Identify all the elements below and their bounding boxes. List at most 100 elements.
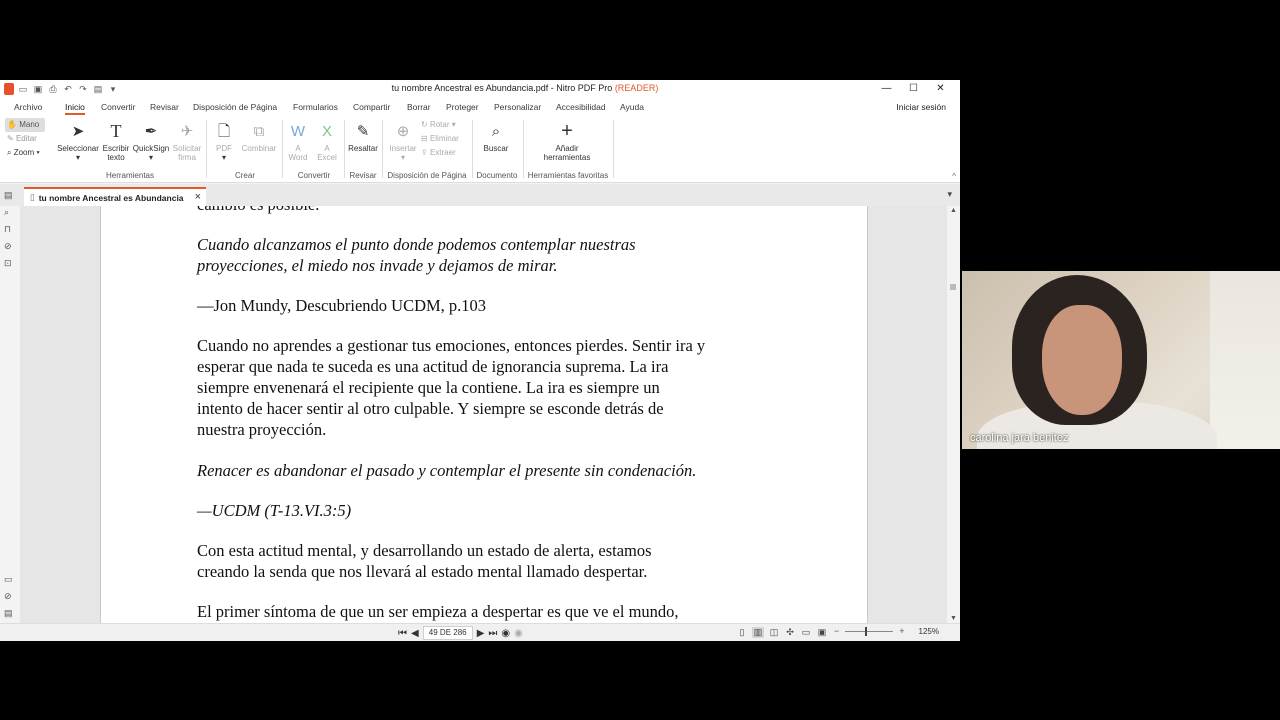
maximize-button[interactable]: ☐ [900, 81, 927, 97]
insert-tool[interactable]: ⊕ Insertar ▾ [386, 120, 420, 163]
presentation-view-icon[interactable]: ▭ [800, 627, 812, 638]
group-favorites-label: Herramientas favoritas [527, 171, 609, 180]
combine-tool[interactable]: ⧉ Combinar [238, 120, 280, 154]
continuous-view-icon[interactable]: ▥ [752, 627, 764, 638]
highlighter-icon: ✎ [356, 122, 370, 140]
menu-archivo[interactable]: Archivo [14, 102, 42, 112]
participant-name: carolina jara benitez [970, 432, 1069, 444]
menu-disposicion[interactable]: Disposición de Página [193, 102, 277, 112]
zoom-slider-thumb[interactable] [865, 626, 868, 636]
close-tab-icon[interactable]: × [195, 191, 201, 203]
cursor-icon: ➤ [71, 122, 85, 140]
menu-convertir[interactable]: Convertir [101, 102, 135, 112]
fit-view-icon[interactable]: ✣ [784, 627, 796, 638]
scroll-thumb[interactable] [950, 284, 956, 290]
facing-view-icon[interactable]: ◫ [768, 627, 780, 638]
search-panel-icon[interactable]: ⌕ [4, 207, 9, 218]
last-page-icon[interactable]: ⏭ [488, 628, 497, 639]
extract-tool[interactable]: ⇪ Extraer [421, 146, 459, 160]
tab-list-dropdown-icon[interactable]: ▾ [947, 189, 952, 200]
select-tool[interactable]: ➤ Seleccionar ▾ [56, 120, 100, 163]
menu-borrar[interactable]: Borrar [407, 102, 431, 112]
next-page-icon[interactable]: ▶ [477, 628, 485, 639]
window-controls: — ☐ ✕ [873, 81, 954, 97]
view-mode-buttons: ▯ ▥ ◫ ✣ ▭ ▣ [736, 627, 828, 638]
text-icon: T [110, 120, 122, 141]
create-pdf-tool[interactable]: 🗋 PDF ▾ [210, 120, 238, 163]
page-line: Cuando alcanzamos el punto donde podemos… [197, 235, 636, 254]
zoom-slider[interactable] [845, 626, 894, 636]
page-navigation: ⏮ ◀ 49 DE 286 ▶ ⏭ ◉ ◉ [398, 626, 523, 640]
request-sign-tool[interactable]: ✈ Solicitar firma [171, 120, 203, 163]
highlight-tool[interactable]: ✎ Resaltar [346, 120, 380, 154]
tags-icon[interactable]: ⊘ [4, 241, 12, 252]
group-review-label: Revisar [349, 171, 377, 180]
type-text-tool[interactable]: T Escribir texto [101, 120, 131, 163]
lock-icon[interactable]: ⊡ [4, 258, 12, 269]
insert-page-icon: ⊕ [396, 122, 410, 140]
scroll-down-icon[interactable]: ▼ [950, 615, 957, 622]
menu-bar: Archivo Inicio Convertir Revisar Disposi… [0, 98, 960, 117]
title-bar: ▭ ▣ ⎙ ↶ ↷ ▤ ▾ tu nombre Ancestral es Abu… [0, 80, 960, 98]
first-page-icon[interactable]: ⏮ [398, 628, 407, 639]
bookmarks-icon[interactable]: ⊓ [4, 224, 11, 235]
previous-view-icon[interactable]: ◉ [501, 628, 510, 639]
add-tools-button[interactable]: + Añadir herramientas [536, 120, 598, 163]
mode-zoom-label: Zoom [13, 148, 35, 157]
group-document-label: Documento [476, 171, 518, 180]
mode-zoom[interactable]: ⌕ Zoom ▾ [5, 146, 45, 160]
rotate-tool[interactable]: ↻ Rotar ▾ [421, 118, 459, 132]
menu-revisar[interactable]: Revisar [150, 102, 179, 112]
page-line: —UCDM (T-13.VI.3:5) [197, 501, 352, 520]
quicksign-tool[interactable]: ✒ QuickSign ▾ [132, 120, 170, 163]
single-page-view-icon[interactable]: ▯ [736, 627, 748, 638]
type-text-label: Escribir texto [102, 144, 130, 162]
comments-icon[interactable]: ▭ [4, 574, 13, 585]
menu-inicio[interactable]: Inicio [65, 102, 85, 115]
pen-icon: ✒ [144, 122, 158, 140]
menu-compartir[interactable]: Compartir [353, 102, 390, 112]
minimize-button[interactable]: — [873, 81, 900, 97]
menu-ayuda[interactable]: Ayuda [620, 102, 644, 112]
mode-selector: ✋ Mano ✎ Editar ⌕ Zoom ▾ [5, 118, 45, 160]
quicksign-label: QuickSign [132, 144, 170, 153]
extract-icon: ⇪ [421, 148, 428, 157]
menu-proteger[interactable]: Proteger [446, 102, 479, 112]
menu-personalizar[interactable]: Personalizar [494, 102, 541, 112]
mode-edit[interactable]: ✎ Editar [5, 132, 45, 146]
page-line: Renacer es abandonar el pasado y contemp… [197, 461, 697, 480]
to-word-tool[interactable]: W A Word [286, 120, 310, 163]
menu-formularios[interactable]: Formularios [293, 102, 338, 112]
menu-accesibilidad[interactable]: Accesibilidad [556, 102, 606, 112]
zoom-level[interactable]: 125% [919, 627, 939, 636]
scroll-up-icon[interactable]: ▲ [950, 207, 957, 214]
search-tool[interactable]: ⌕ Buscar [476, 120, 516, 154]
delete-label: Eliminar [429, 134, 459, 143]
full-screen-icon[interactable]: ▣ [816, 627, 828, 638]
delete-tool[interactable]: ⊟ Eliminar [421, 132, 459, 146]
zoom-out-icon[interactable]: − [834, 626, 839, 636]
vertical-scrollbar[interactable]: ▲ ▼ [947, 206, 960, 623]
page-line: intento de hacer sentir al otro culpable… [197, 399, 664, 418]
zoom-in-icon[interactable]: + [899, 626, 904, 636]
pages-panel-icon[interactable]: ▤ [4, 190, 13, 201]
document-tab[interactable]: ▯ tu nombre Ancestral es Abundancia × [24, 187, 206, 206]
attachments-icon[interactable]: ⊘ [4, 591, 12, 602]
page-line: Cuando no aprendes a gestionar tus emoci… [197, 336, 706, 355]
next-view-icon[interactable]: ◉ [514, 628, 523, 639]
extract-label: Extraer [429, 148, 456, 157]
collapse-ribbon-icon[interactable]: ^ [952, 172, 956, 181]
previous-page-icon[interactable]: ◀ [411, 628, 419, 639]
status-bar: ⏮ ◀ 49 DE 286 ▶ ⏭ ◉ ◉ ▯ ▥ ◫ ✣ ▭ ▣ − + 12… [0, 623, 960, 641]
document-viewer[interactable]: cambio es posible. Cuando alcanzamos el … [20, 206, 947, 623]
fields-icon[interactable]: ▤ [4, 608, 13, 619]
mode-hand[interactable]: ✋ Mano [5, 118, 45, 132]
document-tab-bar: ▯ tu nombre Ancestral es Abundancia × ▾ [0, 184, 960, 206]
to-excel-label: A Excel [317, 144, 337, 162]
signin-button[interactable]: Iniciar sesión [896, 102, 946, 112]
to-excel-tool[interactable]: X A Excel [314, 120, 340, 163]
ribbon-separator [206, 120, 207, 178]
zoom-control: − + 125% [834, 626, 939, 636]
page-number-field[interactable]: 49 DE 286 [422, 626, 473, 640]
close-window-button[interactable]: ✕ [927, 81, 954, 97]
